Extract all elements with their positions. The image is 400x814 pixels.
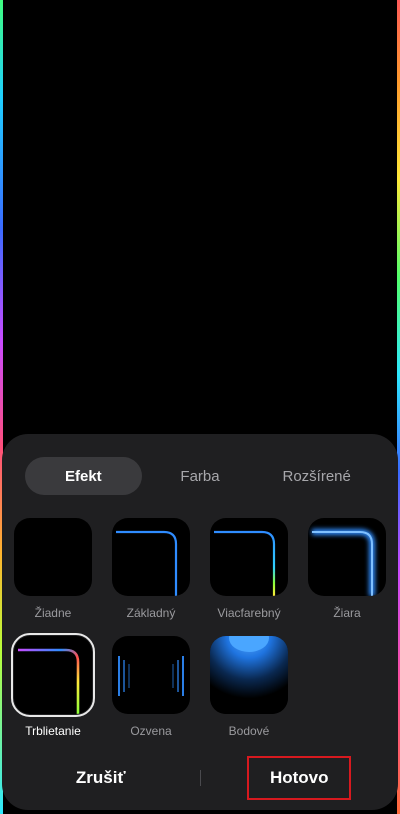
- effect-label: Základný: [126, 606, 176, 620]
- glitter-edge-icon: [11, 633, 95, 717]
- tab-effect[interactable]: Efekt: [25, 457, 142, 495]
- tab-advanced[interactable]: Rozšírené: [258, 457, 375, 495]
- action-bar: Zrušiť Hotovo: [2, 756, 398, 800]
- none-effect-icon: [14, 518, 92, 596]
- effect-option-glitter[interactable]: Trblietanie: [11, 633, 95, 738]
- tab-bar: Efekt Farba Rozšírené: [25, 457, 375, 495]
- effect-option-glow[interactable]: Žiara: [306, 518, 388, 620]
- effect-label: Trblietanie: [25, 724, 81, 738]
- effect-bottom-sheet: Efekt Farba Rozšírené Žiadne Základný Vi…: [2, 434, 398, 810]
- effect-option-basic[interactable]: Základný: [110, 518, 192, 620]
- effect-label: Viacfarebný: [217, 606, 281, 620]
- done-button[interactable]: Hotovo: [247, 756, 352, 800]
- multicolor-edge-icon: [210, 518, 288, 596]
- effect-label: Žiadne: [34, 606, 72, 620]
- tab-color[interactable]: Farba: [142, 457, 259, 495]
- effect-grid: Žiadne Základný Viacfarebný Žiara Trblie…: [11, 518, 388, 738]
- effect-option-echo[interactable]: Ozvena: [110, 636, 192, 738]
- effect-option-none[interactable]: Žiadne: [12, 518, 94, 620]
- effect-label: Žiara: [333, 606, 361, 620]
- glow-edge-icon: [308, 518, 386, 596]
- effect-option-multicolor[interactable]: Viacfarebný: [208, 518, 290, 620]
- basic-edge-icon: [112, 518, 190, 596]
- effect-option-spotlight[interactable]: Bodové: [208, 636, 290, 738]
- spotlight-icon: [210, 636, 288, 714]
- cancel-button[interactable]: Zrušiť: [2, 756, 200, 800]
- echo-edge-icon: [112, 636, 190, 714]
- effect-label: Ozvena: [130, 724, 172, 738]
- effect-label: Bodové: [228, 724, 270, 738]
